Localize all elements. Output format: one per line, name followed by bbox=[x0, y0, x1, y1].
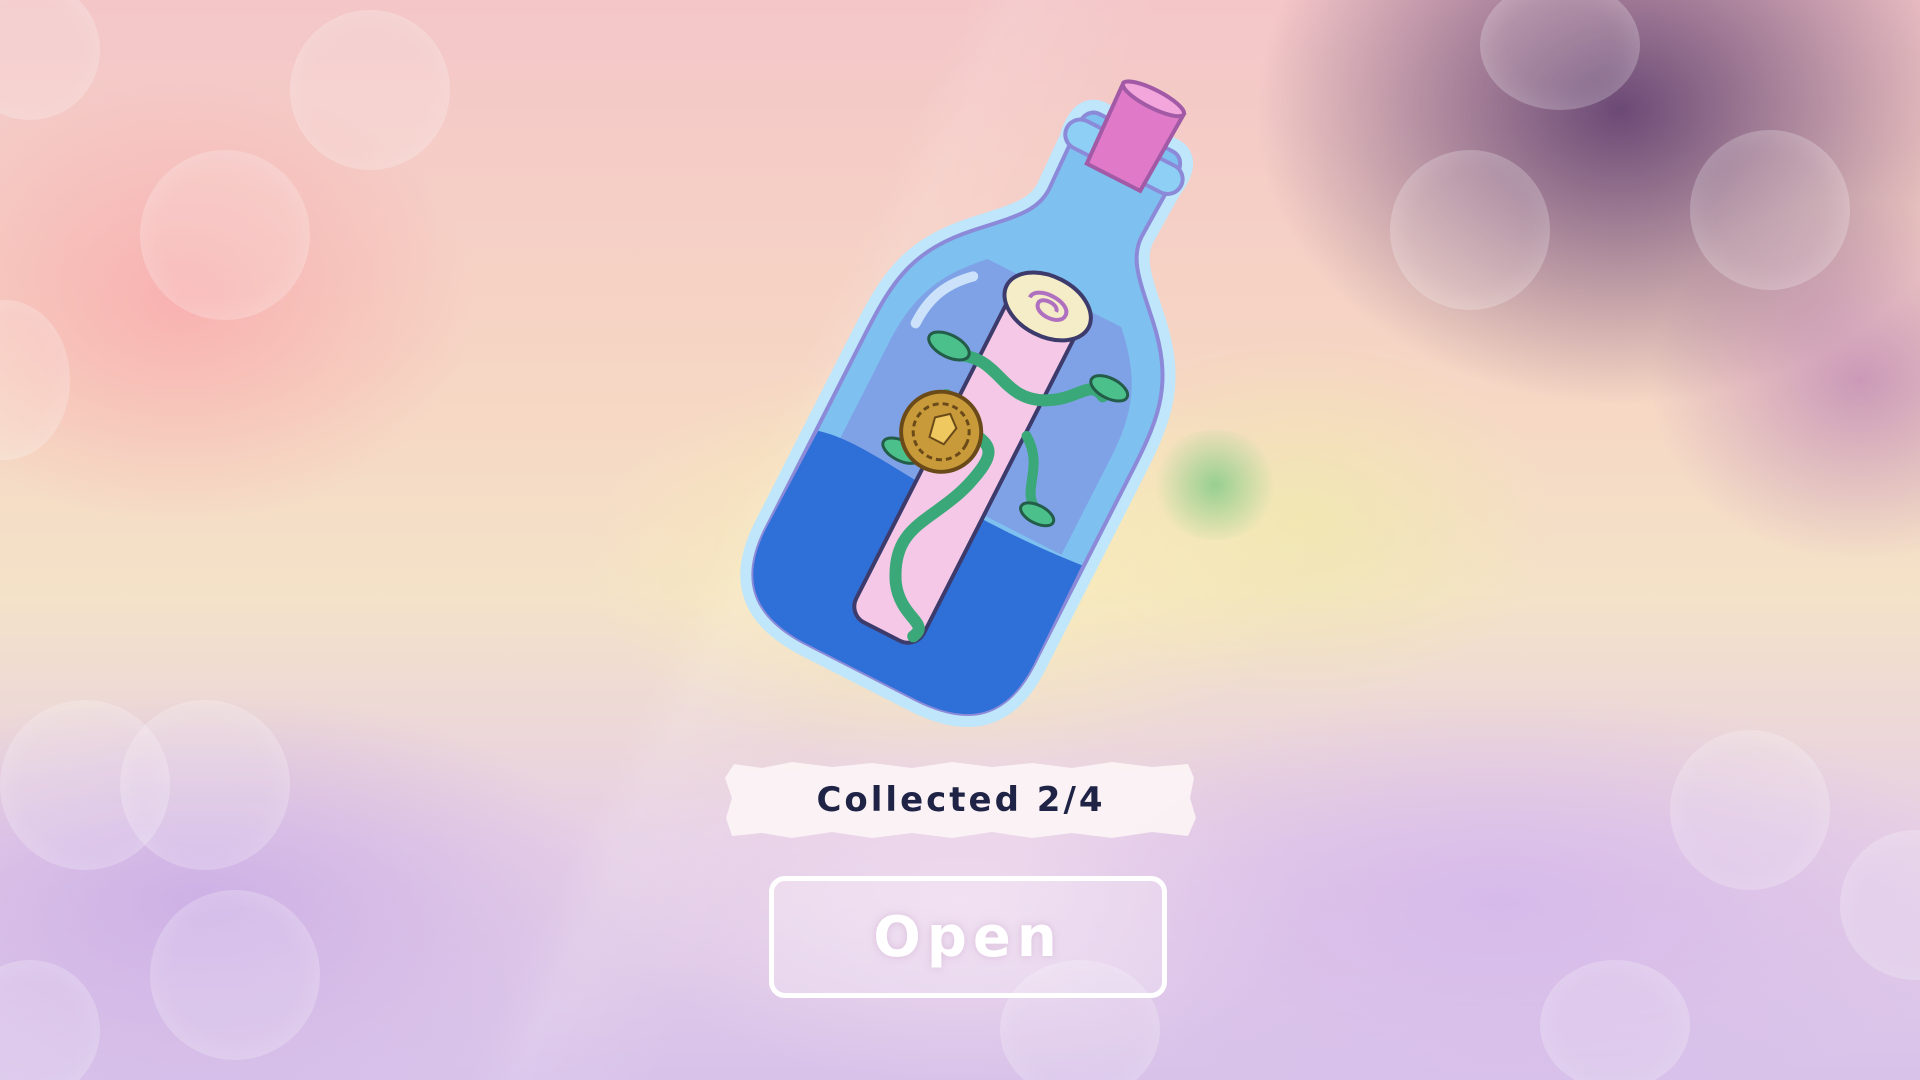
bokeh-circle bbox=[1540, 960, 1690, 1080]
collected-count-label: Collected 2/4 bbox=[816, 780, 1106, 820]
bokeh-circle bbox=[1390, 150, 1550, 310]
message-in-bottle-icon bbox=[740, 40, 1260, 740]
bokeh-circle bbox=[140, 150, 310, 320]
bokeh-circle bbox=[1690, 130, 1850, 290]
bokeh-circle bbox=[1670, 730, 1830, 890]
bokeh-circle bbox=[120, 700, 290, 870]
open-button-label: Open bbox=[873, 904, 1063, 970]
bokeh-circle bbox=[290, 10, 450, 170]
collected-progress-banner: Collected 2/4 bbox=[722, 758, 1200, 842]
bokeh-circle bbox=[150, 890, 320, 1060]
open-button[interactable]: Open bbox=[769, 876, 1167, 998]
